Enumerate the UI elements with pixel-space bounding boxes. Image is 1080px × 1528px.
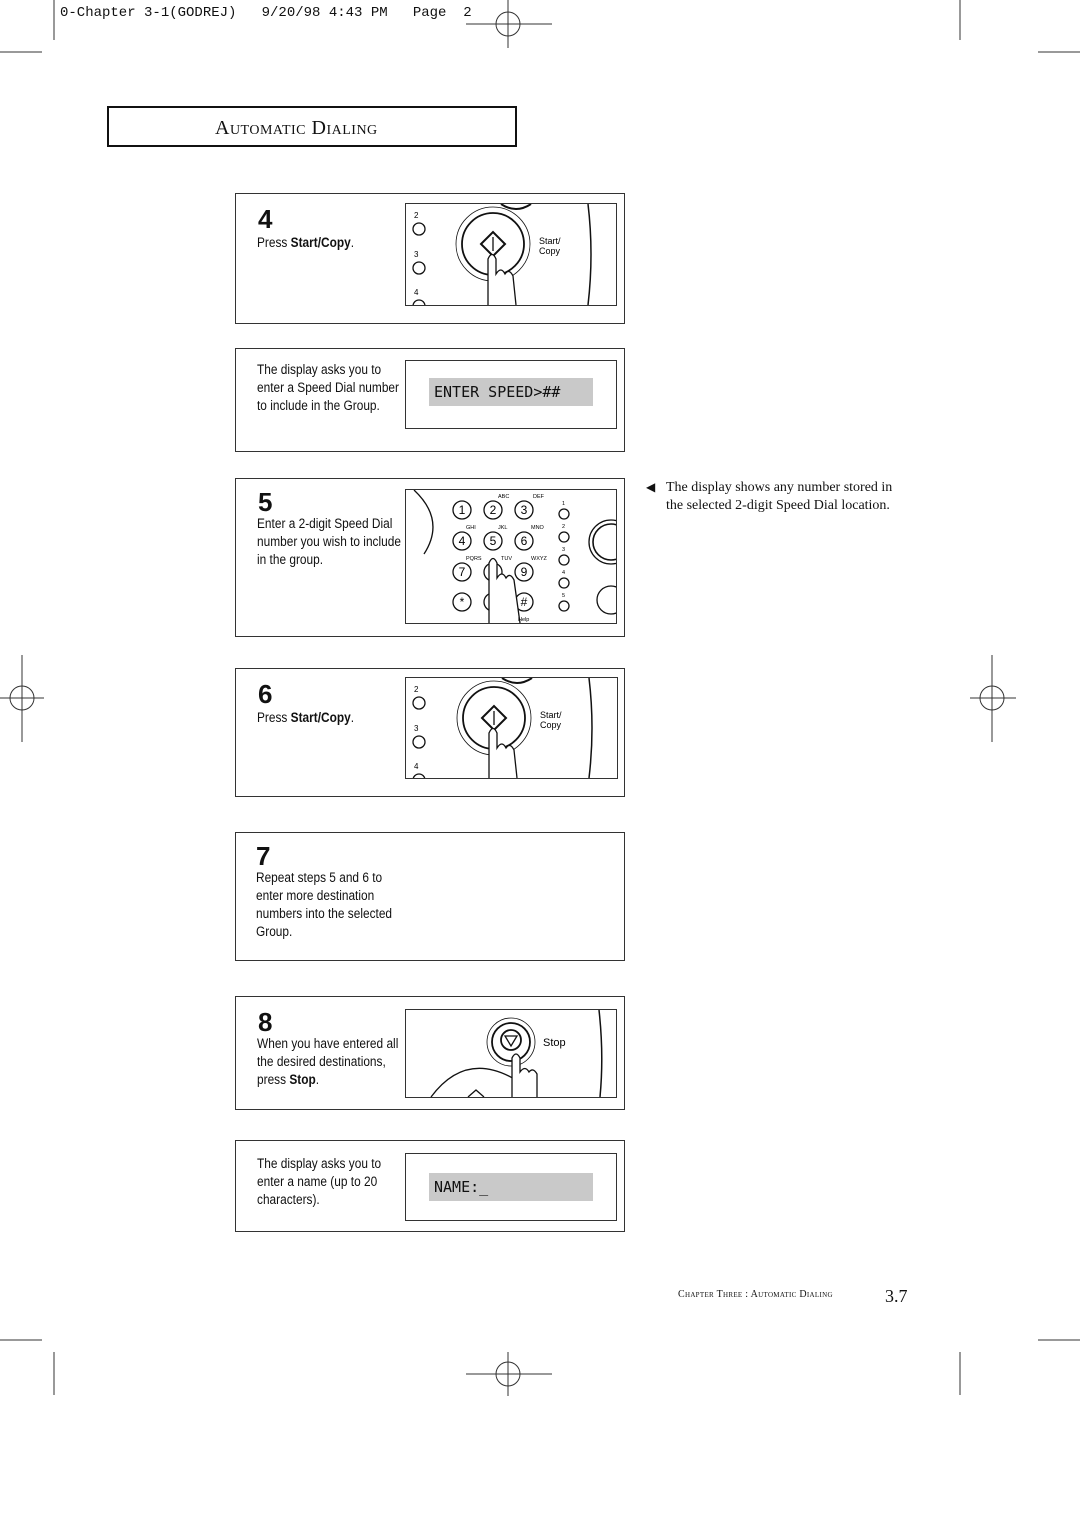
svg-text:3: 3 xyxy=(521,503,528,517)
side-note: The display shows any number stored in t… xyxy=(666,480,893,513)
step-text: Repeat steps 5 and 6 to enter more desti… xyxy=(256,870,393,939)
svg-text:Help: Help xyxy=(518,617,529,623)
step-number: 6 xyxy=(258,679,273,709)
step-number: 7 xyxy=(256,841,271,871)
page-number: 3.7 xyxy=(885,1286,908,1306)
svg-text:4: 4 xyxy=(414,762,419,771)
svg-text:TUV: TUV xyxy=(501,556,512,562)
svg-text:5: 5 xyxy=(490,534,497,548)
svg-text:3: 3 xyxy=(562,547,565,553)
svg-text:Stop: Stop xyxy=(543,1037,566,1049)
lcd-panel: NAME:_ xyxy=(405,1153,617,1221)
step-text: The display asks you to enter a name (up… xyxy=(257,1156,382,1207)
svg-text:ABC: ABC xyxy=(498,494,509,500)
svg-text:7: 7 xyxy=(459,565,466,579)
svg-text:3: 3 xyxy=(414,724,419,733)
keypad-illustration: 1 2 3 4 5 6 7 9 * # ABC DEF GHI JKL MNO PQRS TUV WX… xyxy=(405,489,617,624)
start-copy-illustration: 2 3 4 Start/ Copy xyxy=(405,203,617,306)
svg-text:4: 4 xyxy=(459,534,466,548)
svg-text:GHI: GHI xyxy=(466,525,476,531)
step-text: The display asks you to enter a Speed Di… xyxy=(257,362,399,413)
svg-text:PQRS: PQRS xyxy=(466,556,482,562)
pointer-arrow-icon: ◀ xyxy=(646,480,656,494)
svg-text:Start/: Start/ xyxy=(540,710,562,720)
svg-text:2: 2 xyxy=(562,524,565,530)
svg-text:5: 5 xyxy=(562,593,565,599)
svg-text:2: 2 xyxy=(414,211,419,220)
svg-text:DEF: DEF xyxy=(533,494,545,500)
svg-text:2: 2 xyxy=(414,685,419,694)
manual-page: 0-Chapter 3-1(GODREJ) 9/20/98 4:43 PM Pa… xyxy=(0,0,1080,1528)
step-8: 8 When you have entered all the desired … xyxy=(235,996,625,1110)
display-name-step: The display asks you to enter a name (up… xyxy=(235,1140,625,1232)
lcd-display: ENTER SPEED>## xyxy=(429,378,593,406)
step-text: Press Start/Copy. xyxy=(257,235,355,250)
svg-text:2: 2 xyxy=(490,503,497,517)
step-text: Enter a 2-digit Speed Dial number you wi… xyxy=(257,516,401,567)
svg-text:3: 3 xyxy=(414,250,419,259)
section-title: Automatic Dialing xyxy=(215,117,378,139)
svg-text:Copy: Copy xyxy=(540,720,562,730)
svg-text:JKL: JKL xyxy=(498,525,507,531)
svg-text:#: # xyxy=(521,595,528,609)
display-speed-step: The display asks you to enter a Speed Di… xyxy=(235,348,625,452)
step-7: 7 Repeat steps 5 and 6 to enter more des… xyxy=(235,832,625,961)
svg-text:4: 4 xyxy=(562,570,565,576)
svg-text:WXYZ: WXYZ xyxy=(531,556,548,562)
footer-chapter: Chapter Three : Automatic Dialing xyxy=(678,1289,833,1300)
step-number: 5 xyxy=(258,487,273,517)
svg-text:*: * xyxy=(460,595,465,609)
svg-text:1: 1 xyxy=(459,503,466,517)
step-4: 4 Press Start/Copy. 2 3 4 Start/ Copy xyxy=(235,193,625,324)
step-number: 4 xyxy=(258,204,273,234)
step-text: Press Start/Copy. xyxy=(257,710,355,725)
step-text: When you have entered all the desired de… xyxy=(257,1036,399,1087)
svg-text:Copy: Copy xyxy=(539,246,561,256)
keypad-icon: 1 2 3 4 5 6 7 9 * # ABC DEF GHI JKL MNO PQRS TUV WX… xyxy=(413,490,616,623)
svg-text:4: 4 xyxy=(414,288,419,297)
svg-text:MNO: MNO xyxy=(531,525,545,531)
stop-button-icon: Stop xyxy=(430,1010,603,1097)
svg-text:6: 6 xyxy=(521,534,528,548)
start-copy-button-icon: 2 3 4 Start/ Copy xyxy=(412,678,593,778)
start-copy-illustration: 2 3 4 Start/ Copy xyxy=(405,677,618,779)
step-5: 5 Enter a 2-digit Speed Dial number you … xyxy=(235,478,625,637)
step-6: 6 Press Start/Copy. 2 3 4 Start/ Copy xyxy=(235,668,625,797)
lcd-panel: ENTER SPEED>## xyxy=(405,360,617,429)
start-copy-button-icon: 2 3 4 Start/ Copy xyxy=(412,204,592,305)
section-title-box: Automatic Dialing xyxy=(107,106,517,147)
lcd-display: NAME:_ xyxy=(429,1173,593,1201)
svg-text:1: 1 xyxy=(562,501,565,507)
step-number: 8 xyxy=(258,1007,273,1037)
svg-text:9: 9 xyxy=(521,565,528,579)
stop-illustration: Stop xyxy=(405,1009,617,1098)
svg-text:Start/: Start/ xyxy=(539,236,561,246)
